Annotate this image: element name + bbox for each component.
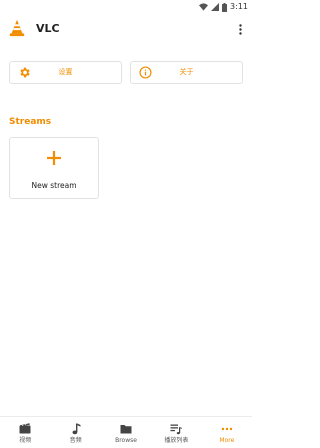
signal-icon xyxy=(211,3,220,11)
status-icons: 3:11 xyxy=(199,2,248,12)
plus-icon xyxy=(47,151,61,165)
about-button[interactable]: 关于 xyxy=(130,61,243,84)
nav-item-playlists[interactable]: 播放列表 xyxy=(151,417,201,448)
app-bar: VLC xyxy=(0,14,252,46)
new-stream-card[interactable]: New stream xyxy=(9,137,99,199)
nav-label-more: More xyxy=(219,437,235,444)
settings-button-label: 设置 xyxy=(58,68,73,76)
nav-label-playlists: 播放列表 xyxy=(164,437,189,444)
video-icon xyxy=(19,423,31,434)
app-title: VLC xyxy=(36,22,60,35)
status-bar: 3:11 xyxy=(0,0,252,14)
status-time: 3:11 xyxy=(230,2,248,11)
settings-button[interactable]: 设置 xyxy=(9,61,122,84)
nav-label-browse: Browse xyxy=(115,437,137,444)
bottom-nav: 视频 音频 Browse 播放列表 More xyxy=(0,416,252,448)
more-horizontal-icon xyxy=(221,427,233,431)
nav-item-browse[interactable]: Browse xyxy=(101,417,151,448)
folder-icon xyxy=(120,425,132,434)
playlist-icon xyxy=(170,424,183,435)
about-button-label: 关于 xyxy=(179,68,194,76)
nav-item-video[interactable]: 视频 xyxy=(0,417,50,448)
new-stream-label: New stream xyxy=(31,181,77,190)
nav-label-audio: 音频 xyxy=(69,437,82,444)
nav-item-audio[interactable]: 音频 xyxy=(50,417,100,448)
vlc-cone-logo xyxy=(9,19,25,37)
more-vertical-icon[interactable] xyxy=(234,22,246,36)
nav-item-more[interactable]: More xyxy=(202,417,252,448)
battery-icon xyxy=(222,2,228,12)
streams-section-title: Streams xyxy=(9,117,52,127)
nav-label-video: 视频 xyxy=(19,437,32,444)
music-note-icon xyxy=(72,423,81,435)
wifi-icon xyxy=(199,3,209,11)
